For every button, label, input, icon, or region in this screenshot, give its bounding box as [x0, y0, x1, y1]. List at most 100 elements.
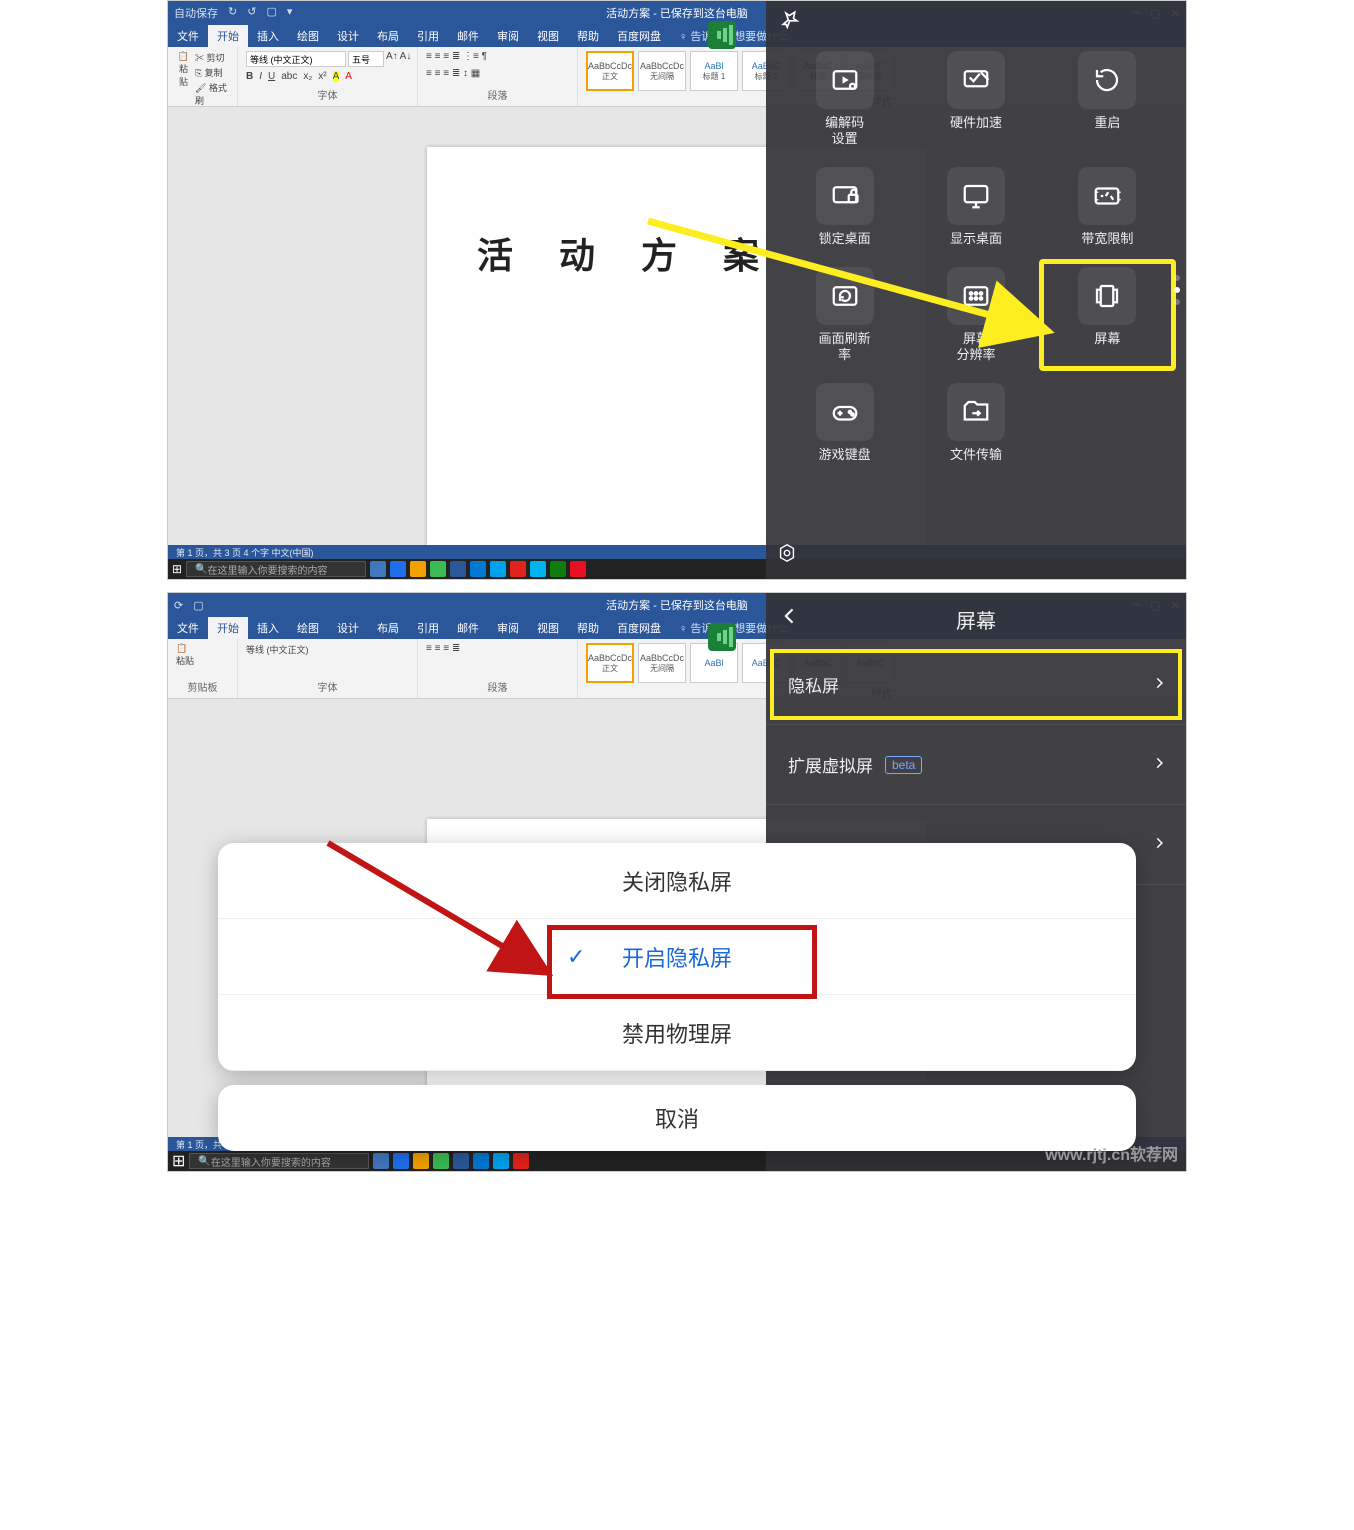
quick-access-toolbar[interactable]: 自动保存 ↻ ↺ ▢ ▾ — [174, 5, 292, 21]
tile-refresh-rate[interactable]: 画面刷新率 — [784, 267, 905, 363]
control-panel-overlay[interactable]: 编解码设置 硬件加速 重启 锁定桌面 显示桌面 带宽限制 画面刷新率 屏幕分辨率… — [766, 1, 1186, 579]
tab-layout[interactable]: 布局 — [368, 25, 408, 47]
window-title: 活动方案 - 已保存到这台电脑 — [606, 5, 748, 21]
tile-codec[interactable]: 编解码设置 — [784, 51, 905, 147]
task-icon[interactable] — [510, 561, 526, 577]
tab-view[interactable]: 视图 — [528, 617, 568, 639]
screenshot-1: 自动保存 ↻ ↺ ▢ ▾ 活动方案 - 已保存到这台电脑 ─ ▢ ✕ 文件 开始… — [167, 0, 1187, 580]
group-paragraph: ≡ ≡ ≡ ≣ ⋮≡ ¶ ≡ ≡ ≡ ≣ ↕ ▦ 段落 — [418, 47, 578, 106]
tab-review[interactable]: 审阅 — [488, 617, 528, 639]
group-clipboard: 📋粘贴 ✂ 剪切 ⎘ 复制 🖌 格式刷 剪贴板 — [168, 47, 238, 106]
row-extend-virtual[interactable]: 扩展虚拟屏 beta — [766, 725, 1186, 805]
settings-icon[interactable] — [776, 542, 798, 569]
back-icon[interactable] — [780, 606, 800, 632]
window-title: 活动方案 - 已保存到这台电脑 — [606, 597, 748, 613]
group-font: A↑ A↓ B I U abc x₂ x² A A 字体 — [238, 47, 418, 106]
row-privacy-screen[interactable]: 隐私屏 — [766, 645, 1186, 725]
cut-button[interactable]: ✂ 剪切 — [195, 51, 229, 64]
format-painter-button[interactable]: 🖌 格式刷 — [195, 81, 229, 107]
task-icon[interactable] — [410, 561, 426, 577]
tab-view[interactable]: 视图 — [528, 25, 568, 47]
paste-button[interactable]: 📋粘贴 — [176, 51, 191, 88]
row-label: 扩展虚拟屏 — [788, 752, 873, 777]
chevron-right-icon — [1152, 675, 1166, 695]
copy-button[interactable]: ⎘ 复制 — [195, 66, 229, 79]
undo-icon[interactable]: ↻ — [228, 5, 237, 21]
strike-button[interactable]: abc — [281, 71, 297, 82]
style-normal[interactable]: AaBbCcDc正文 — [586, 51, 634, 91]
task-icon[interactable] — [490, 561, 506, 577]
tab-insert[interactable]: 插入 — [248, 25, 288, 47]
tab-mailings[interactable]: 邮件 — [448, 25, 488, 47]
sup-button[interactable]: x² — [318, 71, 326, 82]
tab-home[interactable]: 开始 — [208, 617, 248, 639]
bold-button[interactable]: B — [246, 71, 253, 82]
tab-file[interactable]: 文件 — [168, 25, 208, 47]
qat-more-icon[interactable]: ▾ — [287, 5, 293, 21]
tile-lock-desktop[interactable]: 锁定桌面 — [784, 167, 905, 247]
task-icon[interactable] — [390, 561, 406, 577]
task-icon[interactable] — [370, 561, 386, 577]
tiles-grid: 编解码设置 硬件加速 重启 锁定桌面 显示桌面 带宽限制 画面刷新率 屏幕分辨率… — [766, 41, 1186, 473]
watermark: www.rjtj.cn软荐网 — [1045, 1141, 1178, 1165]
task-icon[interactable] — [550, 561, 566, 577]
tab-baidu[interactable]: 百度网盘 — [608, 617, 670, 639]
task-icon[interactable] — [570, 561, 586, 577]
style-nospacing[interactable]: AaBbCcDc无间隔 — [638, 51, 686, 91]
tab-home[interactable]: 开始 — [208, 25, 248, 47]
tile-restart[interactable]: 重启 — [1047, 51, 1168, 147]
tab-design[interactable]: 设计 — [328, 617, 368, 639]
italic-button[interactable]: I — [259, 71, 262, 82]
paragraph-label: 段落 — [426, 87, 569, 102]
tile-bandwidth[interactable]: 带宽限制 — [1047, 167, 1168, 247]
tab-draw[interactable]: 绘图 — [288, 617, 328, 639]
autosave-toggle[interactable]: 自动保存 — [174, 5, 218, 21]
tile-screen[interactable]: 屏幕 — [1047, 267, 1168, 363]
tab-baidu[interactable]: 百度网盘 — [608, 25, 670, 47]
option-open-privacy[interactable]: ✓ 开启隐私屏 — [218, 919, 1136, 995]
style-h1[interactable]: AaBl标题 1 — [690, 51, 738, 91]
redo-icon[interactable]: ↺ — [247, 5, 256, 21]
highlight-button[interactable]: A — [333, 71, 340, 82]
save-icon[interactable]: ▢ — [266, 5, 276, 21]
tab-layout[interactable]: 布局 — [368, 617, 408, 639]
underline-button[interactable]: U — [268, 71, 275, 82]
tile-show-desktop[interactable]: 显示桌面 — [915, 167, 1036, 247]
tab-insert[interactable]: 插入 — [248, 617, 288, 639]
option-disable-physical[interactable]: 禁用物理屏 — [218, 995, 1136, 1071]
tile-hwaccel[interactable]: 硬件加速 — [915, 51, 1036, 147]
tile-game-keyboard[interactable]: 游戏键盘 — [784, 383, 905, 463]
pin-icon[interactable] — [780, 9, 800, 34]
chevron-right-icon — [1152, 755, 1166, 775]
task-icon[interactable] — [450, 561, 466, 577]
task-icon[interactable] — [430, 561, 446, 577]
font-size-input[interactable] — [348, 51, 384, 67]
taskbar-search[interactable]: 🔍 在这里输入你要搜索的内容 — [186, 561, 366, 577]
tab-file[interactable]: 文件 — [168, 617, 208, 639]
option-close-privacy[interactable]: 关闭隐私屏 — [218, 843, 1136, 919]
tile-resolution[interactable]: 屏幕分辨率 — [915, 267, 1036, 363]
tab-design[interactable]: 设计 — [328, 25, 368, 47]
task-icon[interactable] — [470, 561, 486, 577]
tab-help[interactable]: 帮助 — [568, 25, 608, 47]
tab-mailings[interactable]: 邮件 — [448, 617, 488, 639]
tile-file-transfer[interactable]: 文件传输 — [915, 383, 1036, 463]
tab-references[interactable]: 引用 — [408, 25, 448, 47]
font-color-button[interactable]: A — [345, 71, 352, 82]
privacy-action-sheet[interactable]: 关闭隐私屏 ✓ 开启隐私屏 禁用物理屏 — [218, 843, 1136, 1071]
tab-references[interactable]: 引用 — [408, 617, 448, 639]
tab-draw[interactable]: 绘图 — [288, 25, 328, 47]
grow-font-icon[interactable]: A↑ — [386, 51, 398, 67]
font-name-input[interactable] — [246, 51, 346, 67]
sub-button[interactable]: x₂ — [303, 71, 312, 82]
tab-review[interactable]: 审阅 — [488, 25, 528, 47]
check-icon: ✓ — [567, 944, 585, 970]
status-text: 第 1 页，共 3 页 4 个字 中文(中国) — [176, 546, 314, 559]
cancel-button[interactable]: 取消 — [218, 1085, 1136, 1151]
page-dots[interactable] — [1174, 275, 1180, 305]
shrink-font-icon[interactable]: A↓ — [400, 51, 412, 67]
submenu-header: 屏幕 — [766, 593, 1186, 645]
tab-help[interactable]: 帮助 — [568, 617, 608, 639]
start-icon[interactable]: ⊞ — [172, 562, 182, 576]
task-icon[interactable] — [530, 561, 546, 577]
